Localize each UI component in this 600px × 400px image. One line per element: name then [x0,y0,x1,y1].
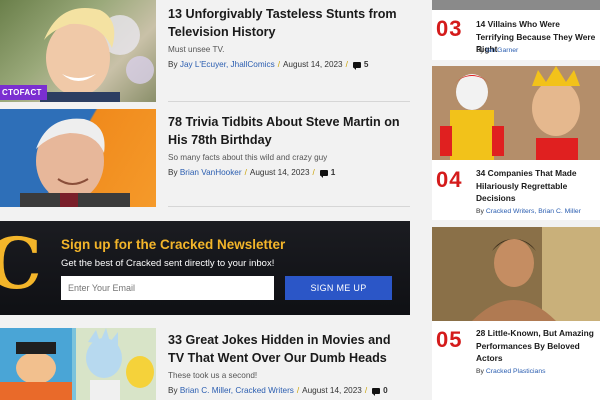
trending-byline: By Ian Garner [476,47,598,54]
article-thumbnail[interactable]: CTOFACT [0,0,156,102]
article-title[interactable]: 78 Trivia Tidbits About Steve Martin on … [168,113,410,149]
trending-image [432,66,600,160]
meta-separator: / [277,60,280,69]
trending-title[interactable]: 34 Companies That Made Hilariously Regre… [476,167,598,205]
meta-separator: / [312,168,315,177]
cartoon-image [0,328,156,400]
rank-number: 04 [436,167,463,192]
divider [168,101,410,102]
trending-card[interactable]: 04 34 Companies That Made Hilariously Re… [432,66,600,220]
article-card: 78 Trivia Tidbits About Steve Martin on … [0,109,410,207]
meta-separator: / [364,386,368,395]
article-title[interactable]: 33 Great Jokes Hidden in Movies and TV T… [168,331,410,367]
rank-number: 03 [436,16,463,41]
trending-image [432,0,600,10]
article-card: CTOFACT 13 Unforgivably Tasteless Stunts… [0,0,410,102]
trending-byline: By Cracked Writers, Brian C. Miller [476,208,598,215]
comment-icon[interactable] [372,388,381,396]
byline-prefix: By [476,47,484,54]
article-description: So many facts about this wild and crazy … [168,153,328,162]
comment-count[interactable]: 1 [331,168,336,177]
newsletter-subtitle: Get the best of Cracked sent directly to… [61,258,275,269]
article-date: August 14, 2023 [249,168,310,177]
newsletter-title: Sign up for the Cracked Newsletter [61,237,286,252]
article-thumbnail[interactable] [0,109,156,207]
portrait-image [20,118,130,207]
comment-count[interactable]: 0 [383,386,388,395]
trending-byline: By Cracked Plasticians [476,368,598,375]
trending-title[interactable]: 28 Little-Known, But Amazing Performance… [476,327,598,365]
author-link[interactable]: Brian C. Miller, Cracked Writers [180,386,294,395]
actor-image [432,227,600,321]
trending-card[interactable]: 05 28 Little-Known, But Amazing Performa… [432,227,600,400]
trending-image [432,227,600,321]
article-meta: By Brian C. Miller, Cracked Writers / Augu… [168,386,410,396]
author-link[interactable]: Cracked Writers, Brian C. Miller [486,208,581,215]
trending-sidebar: 03 14 Villains Who Were Terrifying Becau… [420,0,600,400]
article-thumbnail[interactable] [0,328,156,400]
cracked-logo-icon: C [0,235,42,299]
byline-prefix: By [168,60,178,69]
byline-prefix: By [168,386,178,395]
meta-separator: / [244,168,247,177]
comment-count[interactable]: 5 [364,60,369,69]
article-meta: By Jay L'Ecuyer, JhallComics / August 14, … [168,60,410,70]
meta-separator: / [296,386,300,395]
byline-prefix: By [476,208,484,215]
main-feed: CTOFACT 13 Unforgivably Tasteless Stunts… [0,0,420,400]
email-input[interactable] [61,276,274,300]
meta-separator: / [345,60,348,69]
comment-icon[interactable] [319,170,328,178]
article-date: August 14, 2023 [302,386,362,395]
trending-card[interactable]: 03 14 Villains Who Were Terrifying Becau… [432,0,600,60]
article-info: 13 Unforgivably Tasteless Stunts from Te… [168,5,410,70]
author-link[interactable]: Cracked Plasticians [486,368,546,375]
article-meta: By Brian VanHooker / August 14, 2023/1 [168,168,410,178]
article-info: 33 Great Jokes Hidden in Movies and TV T… [168,331,410,396]
category-badge[interactable]: CTOFACT [0,85,47,100]
comment-icon[interactable] [352,62,361,70]
divider [168,206,410,207]
byline-prefix: By [476,368,484,375]
article-card: 33 Great Jokes Hidden in Movies and TV T… [0,328,410,400]
article-date: August 14, 2023 [282,60,343,69]
newsletter-signup: C Sign up for the Cracked Newsletter Get… [0,221,410,315]
author-link[interactable]: Jay L'Ecuyer, JhallComics [180,60,275,69]
byline-prefix: By [168,168,178,177]
author-link[interactable]: Brian VanHooker [180,168,242,177]
article-info: 78 Trivia Tidbits About Steve Martin on … [168,113,410,178]
article-description: Must unsee TV. [168,45,225,54]
sign-up-button[interactable]: SIGN ME UP [285,276,392,300]
rank-number: 05 [436,327,463,352]
article-description: These took us a second! [168,371,258,380]
mascots-image [432,66,600,160]
author-link[interactable]: Ian Garner [486,47,519,54]
article-title[interactable]: 13 Unforgivably Tasteless Stunts from Te… [168,5,410,41]
